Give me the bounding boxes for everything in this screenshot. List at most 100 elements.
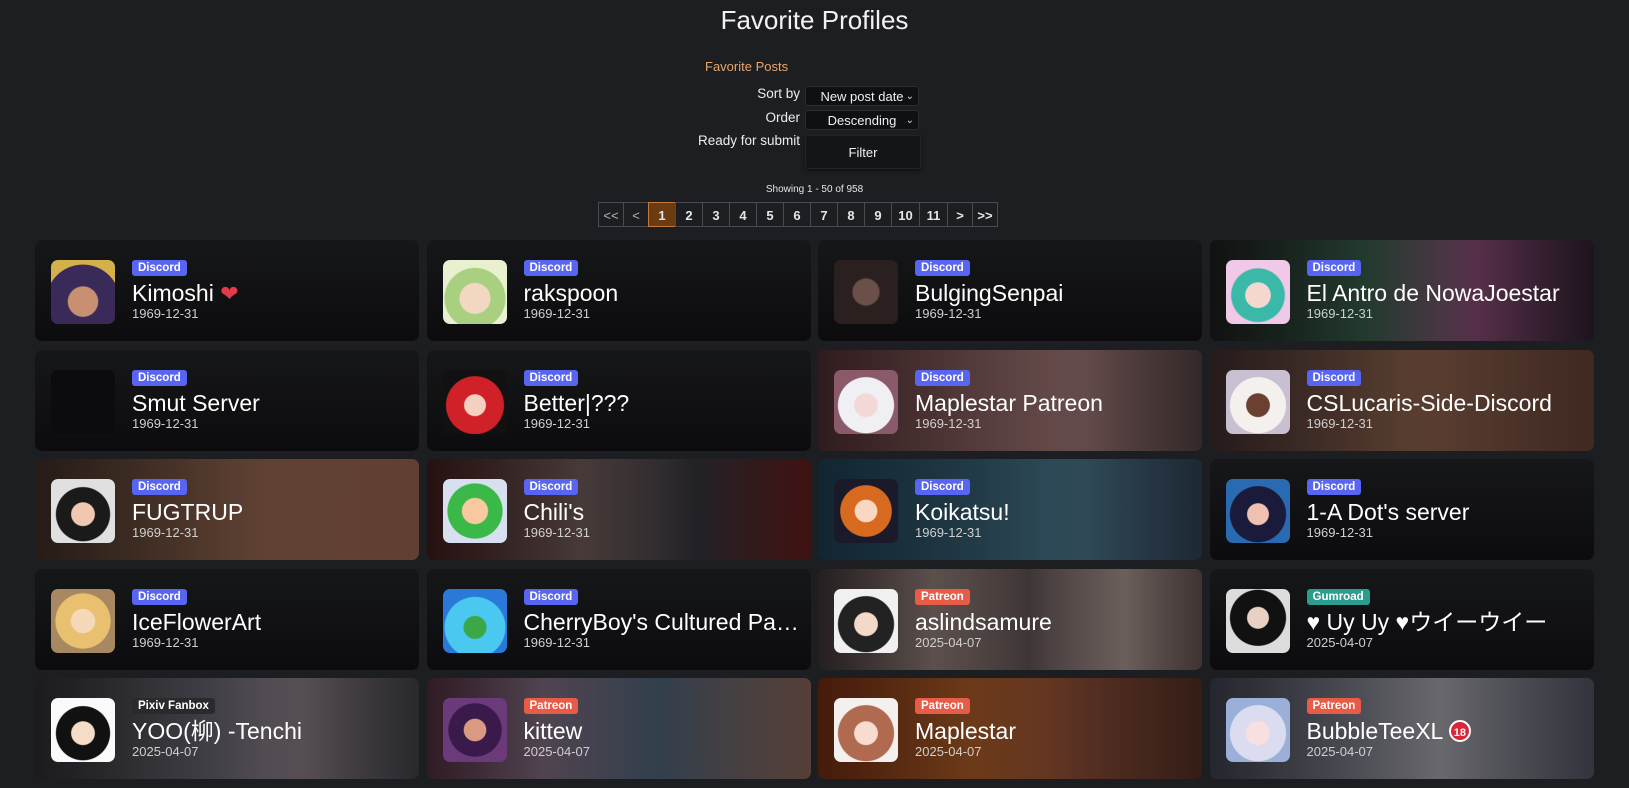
- profile-card[interactable]: Discord Maplestar Patreon 1969-12-31: [818, 349, 1202, 451]
- r18-icon: 18: [1448, 720, 1471, 742]
- service-badge: Discord: [1306, 479, 1362, 495]
- profile-card[interactable]: Discord IceFlowerArt 1969-12-31: [35, 568, 419, 670]
- page-button[interactable]: 7: [810, 202, 838, 227]
- first-page-button[interactable]: <<: [598, 202, 624, 227]
- profile-card[interactable]: Discord BulgingSenpai 1969-12-31: [818, 240, 1202, 341]
- filter-button[interactable]: Filter: [805, 135, 921, 169]
- profile-card[interactable]: Discord Chili's 1969-12-31: [426, 459, 811, 560]
- service-badge: Patreon: [1306, 698, 1362, 714]
- sort-by-select[interactable]: New post date ⌄: [805, 86, 919, 106]
- profile-card[interactable]: Discord Kimoshi ❤ 1969-12-31: [35, 240, 419, 341]
- profile-date: 1969-12-31: [915, 525, 982, 540]
- page-button[interactable]: 11: [919, 202, 948, 227]
- page-button[interactable]: 9: [864, 202, 892, 227]
- service-badge: Discord: [523, 260, 579, 276]
- profile-date: 2025-04-07: [132, 744, 199, 759]
- profile-date: 1969-12-31: [132, 306, 199, 321]
- service-badge: Patreon: [915, 588, 970, 605]
- profile-name: BulgingSenpai: [915, 280, 1064, 306]
- service-badge: Discord: [523, 369, 579, 386]
- next-page-button[interactable]: >: [947, 202, 973, 227]
- service-badge: Discord: [915, 260, 970, 276]
- profile-name: Smut Server: [132, 389, 260, 416]
- profile-name: IceFlowerArt: [132, 608, 262, 635]
- service-badge: Discord: [915, 369, 970, 386]
- avatar: [1225, 479, 1290, 543]
- page-button[interactable]: 8: [837, 202, 865, 227]
- profile-card[interactable]: Pixiv Fanbox YOO(柳) -Tenchi 2025-04-07: [35, 678, 419, 779]
- avatar: [51, 260, 115, 324]
- profile-date: 1969-12-31: [523, 415, 591, 431]
- profile-date: 1969-12-31: [132, 415, 199, 431]
- avatar: [442, 698, 507, 762]
- avatar: [1225, 588, 1290, 653]
- profile-date: 1969-12-31: [1306, 415, 1374, 431]
- chevron-down-icon: ⌄: [905, 91, 914, 102]
- profile-card[interactable]: Discord rakspoon 1969-12-31: [426, 240, 811, 341]
- profile-card[interactable]: Discord CherryBoy's Cultured Palace 1969-1…: [426, 568, 811, 670]
- profile-card[interactable]: Patreon BubbleTeeXL 18 2025-04-07: [1209, 678, 1594, 779]
- pagination: << < 1 2 3 4 5 6 7 8 9 10 11 > >>: [598, 202, 998, 227]
- service-badge: Discord: [523, 588, 579, 605]
- profile-name: FUGTRUP: [132, 499, 244, 525]
- service-badge: Patreon: [915, 698, 970, 714]
- profile-date: 1969-12-31: [915, 306, 982, 321]
- profile-card[interactable]: Discord CSLucaris-Side-Discord 1969-12-31: [1209, 349, 1594, 451]
- profile-name: ♥ Uy Uy ♥ウイーウイー: [1306, 608, 1548, 635]
- avatar: [834, 698, 898, 762]
- profile-card[interactable]: Discord Koikatsu! 1969-12-31: [818, 459, 1202, 560]
- profile-date: 1969-12-31: [1306, 306, 1374, 321]
- order-select[interactable]: Descending ⌄: [805, 110, 919, 130]
- avatar: [834, 588, 898, 653]
- favorite-posts-link[interactable]: Favorite Posts: [705, 59, 788, 74]
- profile-name: CSLucaris-Side-Discord: [1306, 389, 1552, 416]
- profile-card[interactable]: Patreon aslindsamure 2025-04-07: [818, 568, 1202, 670]
- profile-date: 2025-04-07: [915, 634, 982, 650]
- profile-name: Koikatsu!: [915, 499, 1010, 525]
- avatar: [51, 479, 115, 543]
- heart-icon: ❤: [220, 281, 239, 306]
- profile-card[interactable]: Discord Better|??? 1969-12-31: [426, 349, 811, 451]
- profile-card[interactable]: Discord Smut Server 1969-12-31: [35, 349, 419, 451]
- avatar: [442, 479, 507, 543]
- profile-card[interactable]: Patreon kittew 2025-04-07: [426, 678, 811, 779]
- avatar: [51, 369, 115, 434]
- profile-card[interactable]: Discord 1-A Dot's server 1969-12-31: [1209, 459, 1594, 560]
- profile-name: Chili's: [523, 499, 585, 525]
- profile-name: Maplestar Patreon: [915, 389, 1103, 416]
- profile-date: 1969-12-31: [1306, 525, 1374, 540]
- avatar: [834, 479, 898, 543]
- page-button[interactable]: 4: [729, 202, 757, 227]
- profile-date: 2025-04-07: [915, 744, 982, 759]
- profile-card[interactable]: Discord El Antro de NowaJoestar 1969-12-31: [1209, 240, 1594, 341]
- order-value: Descending: [827, 113, 897, 128]
- page-button[interactable]: 10: [891, 202, 920, 227]
- profile-date: 1969-12-31: [915, 415, 982, 431]
- page-button[interactable]: 1: [648, 202, 676, 227]
- page-button[interactable]: 5: [756, 202, 784, 227]
- submit-label: Ready for submit: [697, 133, 800, 148]
- sort-by-label: Sort by: [757, 86, 800, 101]
- profile-name: Better|???: [523, 389, 630, 416]
- service-badge: Gumroad: [1306, 588, 1370, 605]
- prev-page-button[interactable]: <: [623, 202, 649, 227]
- page-title: Favorite Profiles: [720, 5, 909, 35]
- profile-card[interactable]: Gumroad ♥ Uy Uy ♥ウイーウイー 2025-04-07: [1209, 568, 1594, 670]
- service-badge: Discord: [132, 369, 187, 386]
- profile-date: 2025-04-07: [1306, 744, 1374, 759]
- last-page-button[interactable]: >>: [972, 202, 998, 227]
- service-badge: Discord: [132, 479, 187, 495]
- service-badge: Discord: [523, 479, 579, 495]
- avatar: [834, 260, 898, 324]
- avatar: [51, 588, 115, 653]
- profile-name: aslindsamure: [915, 608, 1052, 635]
- page-button[interactable]: 3: [702, 202, 730, 227]
- profile-card[interactable]: Patreon Maplestar 2025-04-07: [818, 678, 1202, 779]
- page-button[interactable]: 6: [783, 202, 811, 227]
- page-button[interactable]: 2: [675, 202, 703, 227]
- results-count: Showing 1 - 50 of 958: [765, 184, 864, 195]
- profile-card[interactable]: Discord FUGTRUP 1969-12-31: [35, 459, 419, 560]
- avatar: [1225, 369, 1290, 434]
- service-badge: Pixiv Fanbox: [132, 698, 215, 714]
- profile-date: 1969-12-31: [132, 634, 199, 650]
